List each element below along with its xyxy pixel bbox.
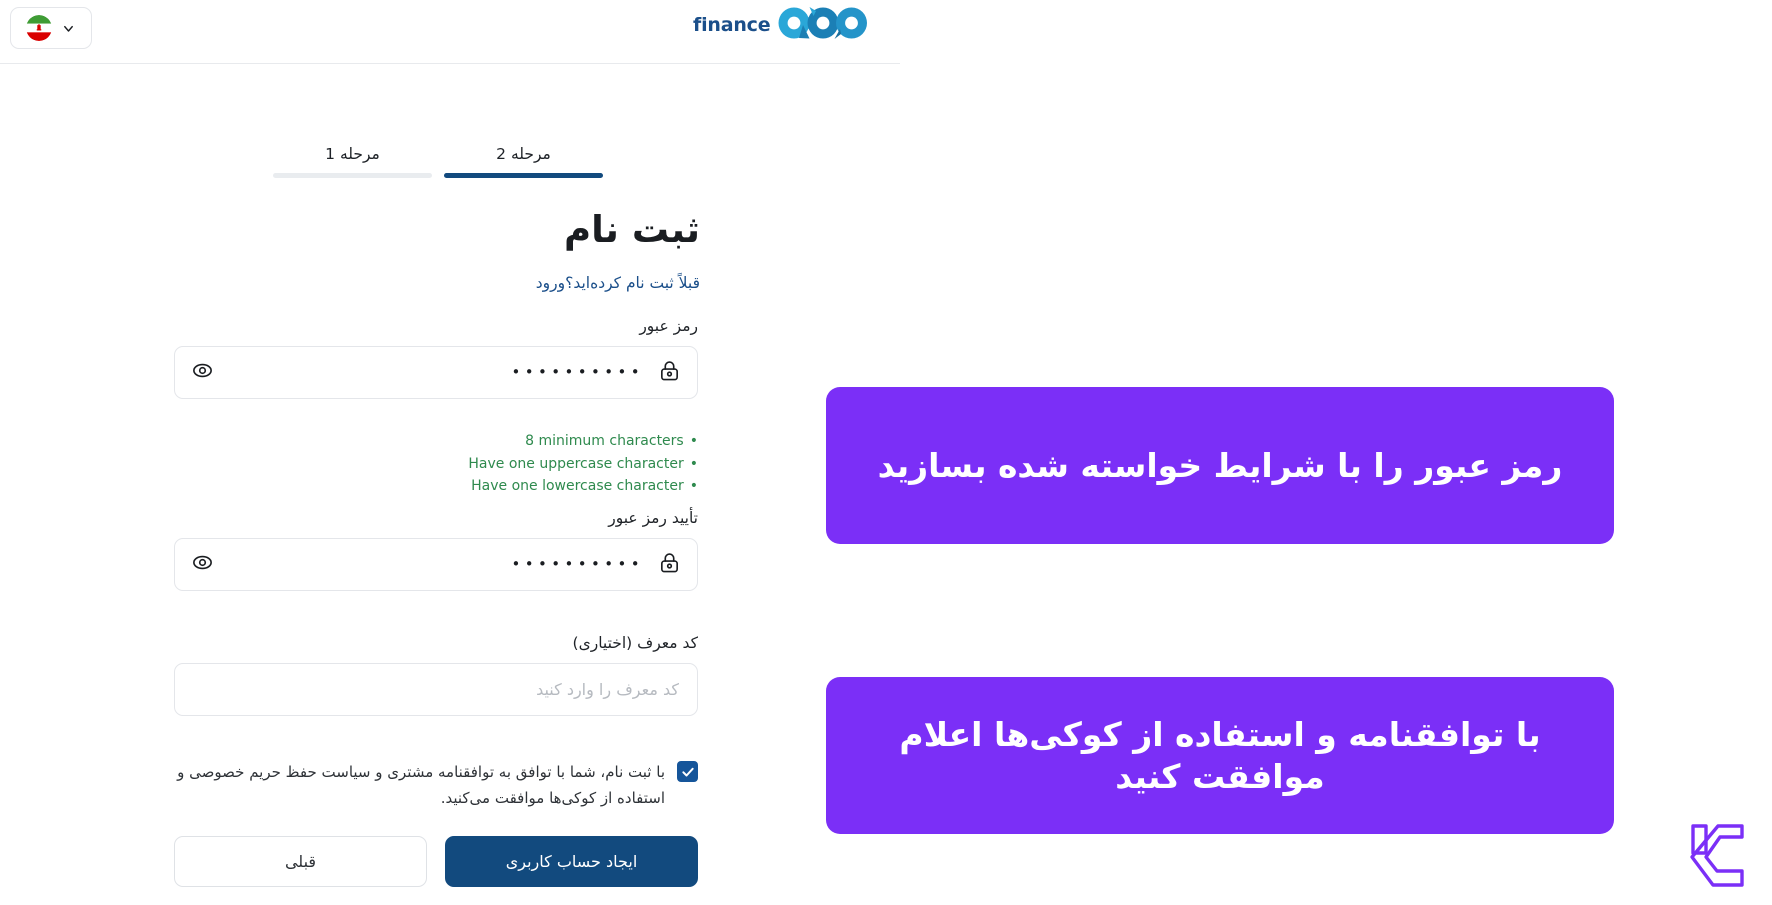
previous-button[interactable]: قبلی	[174, 836, 427, 887]
referral-field-group: کد معرف (اختیاری)	[174, 632, 698, 716]
terms-row: با ثبت نام، شما با توافق به توافقنامه مش…	[174, 759, 698, 811]
lock-icon	[658, 551, 681, 578]
referral-input-shell[interactable]	[174, 663, 698, 716]
login-prompt-text: قبلاً ثبت نام کرده‌اید؟	[565, 274, 700, 292]
bullet-icon: •	[689, 478, 698, 494]
eye-icon[interactable]	[191, 551, 214, 578]
eye-icon[interactable]	[191, 359, 214, 386]
password-rule-text: 8 minimum characters	[525, 433, 684, 449]
password-masked-value: ••••••••••	[511, 363, 644, 381]
login-link[interactable]: ورود	[536, 274, 565, 292]
page-title: ثبت نام	[564, 208, 700, 251]
step-tab-2[interactable]: مرحله 2	[444, 143, 603, 178]
lock-icon	[658, 359, 681, 386]
bullet-icon: •	[689, 455, 698, 472]
bullet-icon: •	[689, 433, 698, 449]
annotation-terms: با توافقنامه و استفاده از کوکی‌ها اعلام …	[826, 677, 1614, 834]
confirm-password-input[interactable]: ••••••••••	[174, 538, 698, 591]
step-2-bar	[444, 173, 603, 178]
password-label: رمز عبور	[639, 317, 698, 335]
password-rules-list: • 8 minimum characters • Have one uppercas…	[174, 430, 698, 498]
registration-page: finance مرحله 2 مرحله 1 ثبت نام قبلاً ثب…	[0, 0, 1772, 905]
password-rule-item: • 8 minimum characters	[174, 430, 698, 453]
referral-input[interactable]	[191, 679, 681, 700]
referral-label: کد معرف (اختیاری)	[572, 634, 698, 652]
step-tab-1[interactable]: مرحله 1	[273, 143, 432, 178]
confirm-password-field-group: تأیید رمز عبور ••••••••••	[174, 507, 698, 591]
password-rule-text: Have one lowercase character	[471, 478, 684, 494]
step-1-label: مرحله 1	[325, 145, 380, 163]
terms-text: با ثبت نام، شما با توافق به توافقنامه مش…	[177, 763, 665, 807]
login-prompt: قبلاً ثبت نام کرده‌اید؟ورود	[0, 272, 700, 294]
registration-form: مرحله 2 مرحله 1 ثبت نام قبلاً ثبت نام کر…	[0, 0, 701, 905]
form-actions: ایجاد حساب کاربری قبلی	[174, 836, 698, 887]
lc-watermark-logo	[1684, 823, 1750, 893]
password-input[interactable]: ••••••••••	[174, 346, 698, 399]
step-1-bar	[273, 173, 432, 178]
annotation-password: رمز عبور را با شرایط خواسته شده بسازید	[826, 387, 1614, 544]
confirm-password-label: تأیید رمز عبور	[608, 509, 698, 527]
apo-logo-icon	[777, 6, 869, 44]
password-rule-item: • Have one uppercase character	[174, 453, 698, 476]
password-rule-item: • Have one lowercase character	[174, 475, 698, 498]
brand-wordmark: finance	[693, 14, 771, 36]
confirm-password-masked-value: ••••••••••	[511, 555, 644, 573]
terms-checkbox[interactable]	[677, 761, 698, 782]
password-field-group: رمز عبور ••••••••••	[174, 315, 698, 399]
password-rule-text: Have one uppercase character	[468, 455, 684, 472]
brand-logo[interactable]: finance	[693, 6, 869, 44]
step-indicator: مرحله 2 مرحله 1	[273, 143, 603, 178]
step-2-label: مرحله 2	[496, 145, 551, 163]
create-account-button[interactable]: ایجاد حساب کاربری	[445, 836, 698, 887]
